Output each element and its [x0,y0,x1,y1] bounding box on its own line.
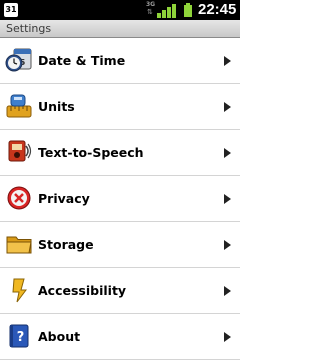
svg-text:?: ? [17,330,25,345]
signal-icon [157,4,176,18]
chevron-right-icon [224,102,231,112]
settings-item-about[interactable]: ? About [0,314,240,360]
settings-list: 5 Date & Time Units Text-to-Speech Priva… [0,38,240,360]
chevron-right-icon [224,332,231,342]
battery-icon [184,3,192,17]
chevron-right-icon [224,148,231,158]
chevron-right-icon [224,240,231,250]
accessibility-icon [12,278,27,303]
settings-item-label: About [38,329,81,344]
settings-item-units[interactable]: Units [0,84,240,130]
chevron-right-icon [224,286,231,296]
settings-item-label: Accessibility [38,283,127,298]
calendar-badge: 31 [5,5,17,14]
chevron-right-icon [224,194,231,204]
settings-item-text-to-speech[interactable]: Text-to-Speech [0,130,240,176]
title-bar: Settings [0,20,240,38]
settings-item-label: Storage [38,237,94,252]
folder-icon [6,236,32,254]
chevron-right-icon [224,56,231,66]
help-book-icon: ? [9,324,29,348]
settings-item-label: Text-to-Speech [38,145,144,160]
settings-item-accessibility[interactable]: Accessibility [0,268,240,314]
settings-item-label: Date & Time [38,53,126,68]
settings-item-date-time[interactable]: 5 Date & Time [0,38,240,84]
speech-icon [8,140,32,162]
settings-item-privacy[interactable]: Privacy [0,176,240,222]
clock-calendar-icon: 5 [5,48,32,72]
settings-item-label: Privacy [38,191,90,206]
network-type: 3G [146,1,156,8]
privacy-icon [7,186,31,210]
units-icon [6,94,32,118]
calendar-icon: 31 [4,3,18,17]
page-title: Settings [6,22,52,35]
data-arrows-icon: ⇅ [147,8,153,16]
status-bar: 31 3G ⇅ 22:45 [0,0,240,20]
settings-item-storage[interactable]: Storage [0,222,240,268]
status-time: 22:45 [198,1,237,18]
settings-item-label: Units [38,99,75,114]
